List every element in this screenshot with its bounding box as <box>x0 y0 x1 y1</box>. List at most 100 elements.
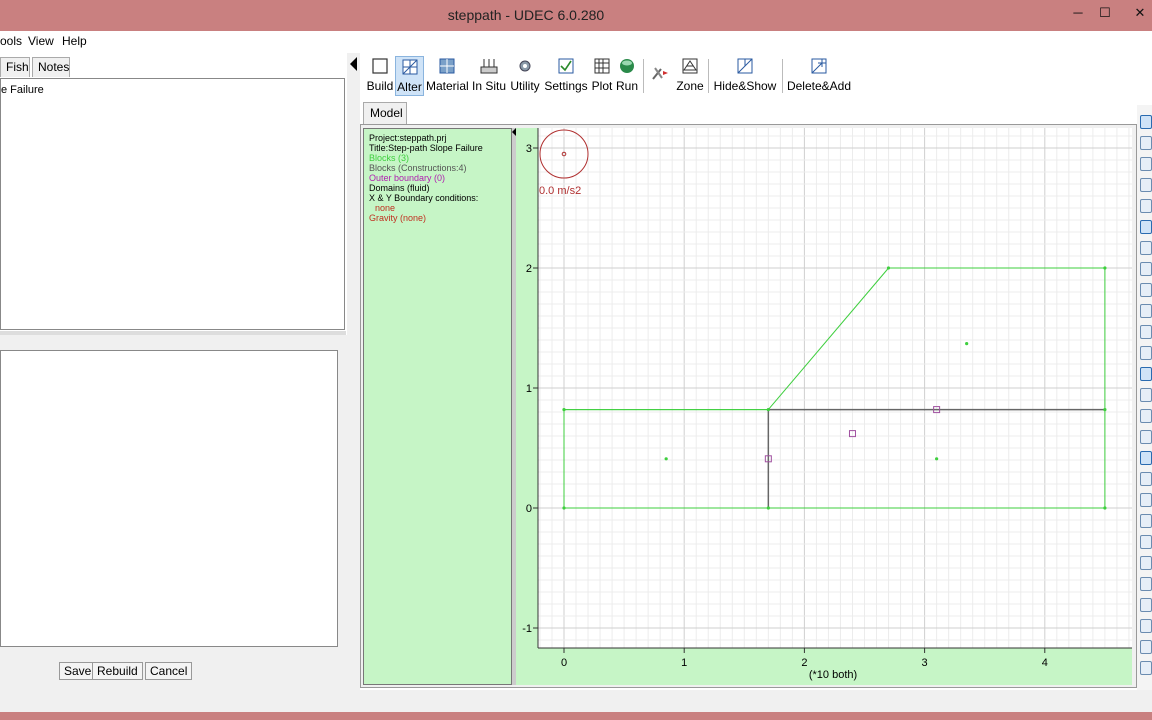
vertex-dot <box>1103 506 1107 510</box>
info-line: X & Y Boundary conditions: <box>369 193 479 203</box>
view-tool-icon[interactable] <box>1140 472 1152 486</box>
model-info-panel: Project:steppath.prj Title:Step-path Slop… <box>363 128 512 685</box>
info-line: Blocks (Constructions:4) <box>369 163 467 173</box>
toolbar-utility-button[interactable]: Utility <box>509 56 541 96</box>
vertex-dot <box>1103 408 1107 412</box>
close-button[interactable]: ✕ <box>1128 4 1152 24</box>
y-tick-label: 1 <box>526 383 532 395</box>
vertex-dot <box>766 408 770 412</box>
collapse-left-icon[interactable] <box>350 57 357 71</box>
view-tool-icon[interactable] <box>1140 661 1152 675</box>
toolbar-plot-label: Plot <box>591 79 613 93</box>
toolbar-settings-button[interactable]: Settings <box>544 56 588 96</box>
zone-icon <box>682 58 698 74</box>
view-tool-icon[interactable] <box>1140 283 1152 297</box>
view-tool-icon[interactable] <box>1140 262 1152 276</box>
output-box[interactable] <box>0 350 338 647</box>
vertex-dot <box>562 408 566 412</box>
view-tool-icon[interactable] <box>1140 598 1152 612</box>
toolbar-alter-button[interactable]: Alter <box>395 56 424 96</box>
toolbar-settings-label: Settings <box>544 79 588 93</box>
hide-show-icon <box>737 58 753 74</box>
view-tool-icon[interactable] <box>1140 409 1152 423</box>
toolbar-insitu-label: In Situ <box>471 79 507 93</box>
right-tool-strip <box>1137 105 1152 690</box>
material-icon <box>439 58 455 74</box>
insitu-icon <box>480 59 498 74</box>
view-tool-icon[interactable] <box>1140 451 1152 465</box>
toolbar-deleteadd-button[interactable]: Delete&Add <box>786 56 852 96</box>
toolbar-run-button[interactable]: Run <box>615 56 639 96</box>
view-tool-icon[interactable] <box>1140 430 1152 444</box>
view-tool-icon[interactable] <box>1140 136 1152 150</box>
view-tool-icon[interactable] <box>1140 619 1152 633</box>
vertex-dot <box>766 506 770 510</box>
toolbar-zone-button[interactable]: Zone <box>675 56 705 96</box>
view-tool-icon[interactable] <box>1140 640 1152 654</box>
toolbar-build-button[interactable]: Build <box>365 56 395 96</box>
view-tool-icon[interactable] <box>1140 535 1152 549</box>
view-tool-icon[interactable] <box>1140 514 1152 528</box>
toolbar-material-button[interactable]: Material <box>426 56 469 96</box>
tab-fish[interactable]: Fish <box>0 57 30 77</box>
cancel-button[interactable]: Cancel <box>145 662 193 680</box>
tab-notes[interactable]: Notes <box>32 57 70 77</box>
minimize-button[interactable]: ─ <box>1066 4 1090 24</box>
taskbar-strip <box>0 712 1152 720</box>
toolbar-hideshow-button[interactable]: Hide&Show <box>712 56 778 96</box>
info-line: Gravity (none) <box>369 213 427 223</box>
block-centroid <box>935 457 939 461</box>
menu-help[interactable]: Help <box>62 34 87 48</box>
toolbar-insitu-button[interactable]: In Situ <box>471 56 507 96</box>
menu-view[interactable]: View <box>28 34 54 48</box>
menu-bar: ools View Help <box>0 31 1152 53</box>
view-tool-icon[interactable] <box>1140 346 1152 360</box>
vertex-dot <box>1103 266 1107 270</box>
toolbar-utility-label: Utility <box>510 79 540 93</box>
view-tool-icon[interactable] <box>1140 199 1152 213</box>
title-bar: steppath - UDEC 6.0.280 ─ ☐ ✕ <box>0 0 1152 31</box>
tools-icon <box>652 67 668 80</box>
toolbar-separator <box>643 59 644 93</box>
view-tool-icon[interactable] <box>1140 388 1152 402</box>
status-bar <box>0 690 1152 720</box>
delete-add-icon <box>811 58 827 74</box>
view-tool-icon[interactable] <box>1140 241 1152 255</box>
view-tool-icon[interactable] <box>1140 178 1152 192</box>
toolbar-plot-button[interactable]: Plot <box>590 56 614 96</box>
square-icon <box>372 58 388 74</box>
view-tool-icon[interactable] <box>1140 577 1152 591</box>
view-tool-icon[interactable] <box>1140 115 1152 129</box>
view-tool-icon[interactable] <box>1140 304 1152 318</box>
toolbar-separator <box>782 59 783 93</box>
block-centroid <box>664 457 668 461</box>
save-button[interactable]: Save <box>59 662 97 680</box>
toolbar-separator <box>708 59 709 93</box>
tab-model[interactable]: Model <box>363 102 407 124</box>
model-plot[interactable]: 0 1 2 3 4 -1 0 1 2 3 0.0 m/s2 (*10 both) <box>516 128 1132 685</box>
view-tool-icon[interactable] <box>1140 157 1152 171</box>
alter-grid-icon <box>402 59 417 75</box>
view-tool-icon[interactable] <box>1140 556 1152 570</box>
info-line: none <box>375 203 396 213</box>
x-tick-label: 1 <box>681 657 687 669</box>
menu-tools[interactable]: ools <box>0 34 22 48</box>
view-tool-icon[interactable] <box>1140 493 1152 507</box>
view-tool-icon[interactable] <box>1140 220 1152 234</box>
view-tool-icon[interactable] <box>1140 325 1152 339</box>
vertex-dot <box>886 266 891 270</box>
x-tick-label: 4 <box>1042 657 1048 669</box>
x-tick-label: 0 <box>561 657 567 669</box>
toolbar-hideshow-label: Hide&Show <box>713 79 777 93</box>
gear-icon <box>519 60 531 72</box>
toolbar: Build Alter Material In Situ Utility Set… <box>360 53 1152 98</box>
y-tick-label: 2 <box>526 263 532 275</box>
block-centroid <box>965 342 969 346</box>
toolbar-tools-button[interactable] <box>647 56 673 96</box>
notes-text-area[interactable]: e Failure <box>0 78 345 330</box>
panel-splitter[interactable] <box>347 53 360 690</box>
rebuild-button[interactable]: Rebuild <box>92 662 143 680</box>
info-line: Outer boundary (0) <box>369 173 446 183</box>
maximize-button[interactable]: ☐ <box>1093 4 1117 24</box>
view-tool-icon[interactable] <box>1140 367 1152 381</box>
